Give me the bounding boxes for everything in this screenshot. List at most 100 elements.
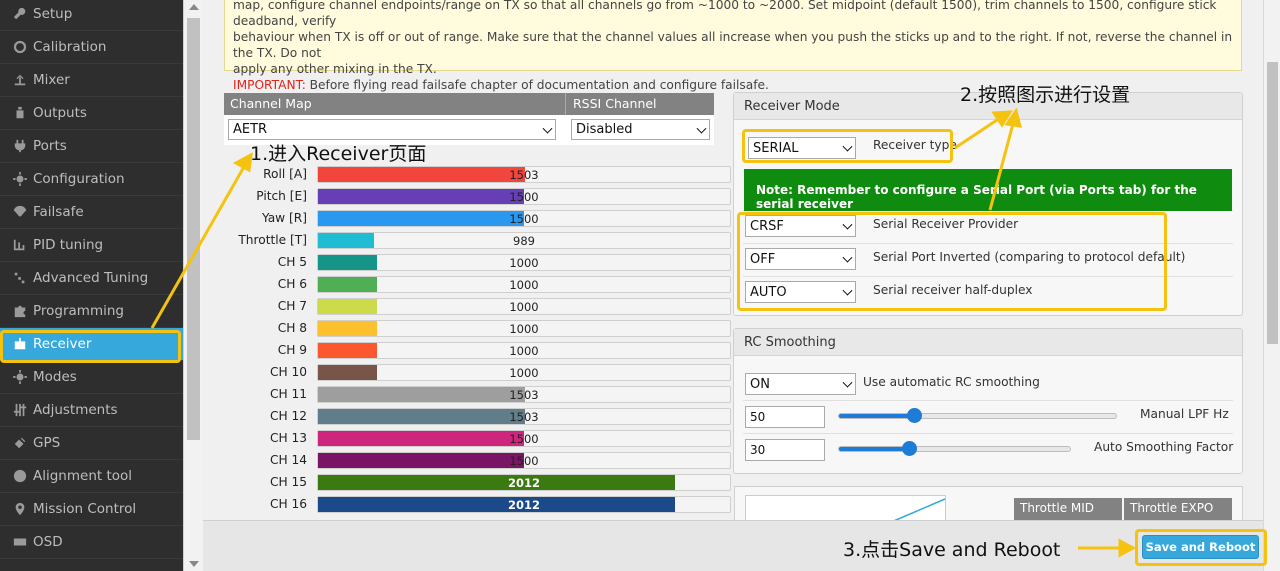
sidebar-item-label: GPS bbox=[33, 435, 61, 451]
sidebar-item-programming[interactable]: Programming bbox=[0, 295, 183, 328]
channel-map-heading: Channel Map bbox=[230, 96, 312, 111]
channel-value: 1000 bbox=[509, 278, 539, 292]
channel-label: CH 8 bbox=[277, 321, 307, 335]
highlight-receiver-menu bbox=[0, 330, 181, 363]
scroll-up-arrow-icon[interactable] bbox=[189, 4, 199, 10]
sidebar-item-advanced-tuning[interactable]: Advanced Tuning bbox=[0, 262, 183, 295]
auto-smoothing-value: ON bbox=[750, 376, 770, 392]
important-text: Before flying read failsafe chapter of d… bbox=[305, 78, 769, 92]
sliders-icon bbox=[12, 402, 28, 418]
channel-value: 2012 bbox=[507, 476, 540, 490]
annotation-step-1: 1.进入Receiver页面 bbox=[250, 143, 427, 165]
channel-value: 1503 bbox=[509, 168, 539, 182]
sidebar-item-setup[interactable]: Setup bbox=[0, 0, 183, 31]
sidebar-item-failsafe[interactable]: Failsafe bbox=[0, 196, 183, 229]
smoothing-factor-slider-knob[interactable] bbox=[902, 441, 917, 456]
sidebar-item-mission-control[interactable]: Mission Control bbox=[0, 493, 183, 526]
sidebar-item-label: Advanced Tuning bbox=[33, 270, 149, 286]
channel-row: Pitch [E] 1500 bbox=[224, 188, 734, 206]
channel-row: CH 12 1503 bbox=[224, 408, 734, 426]
channel-bar-track: 1500 bbox=[317, 188, 731, 205]
channel-label: CH 7 bbox=[277, 299, 307, 313]
channel-value: 1000 bbox=[509, 300, 539, 314]
sidebar-item-gps[interactable]: GPS bbox=[0, 427, 183, 460]
scroll-down-arrow-icon[interactable] bbox=[189, 561, 199, 567]
sidebar-item-adjustments[interactable]: Adjustments bbox=[0, 394, 183, 427]
plug-icon bbox=[12, 138, 28, 154]
channel-value: 1000 bbox=[509, 322, 539, 336]
bottom-toolbar bbox=[203, 520, 1263, 571]
smoothing-factor-slider[interactable] bbox=[838, 441, 1071, 456]
sidebar-item-label: Configuration bbox=[33, 171, 125, 187]
channel-label: CH 5 bbox=[277, 255, 307, 269]
sidebar-item-mixer[interactable]: Mixer bbox=[0, 64, 183, 97]
manual-lpf-slider-knob[interactable] bbox=[907, 408, 922, 423]
rc-smoothing-title: RC Smoothing bbox=[734, 329, 1242, 356]
sidebar-item-label: Setup bbox=[33, 6, 73, 22]
manual-lpf-slider[interactable] bbox=[838, 408, 1117, 423]
map-pin-icon bbox=[12, 501, 28, 517]
channel-row: CH 9 1000 bbox=[224, 342, 734, 360]
channel-map-select[interactable]: AETR bbox=[228, 119, 556, 140]
channel-row: Throttle [T] 989 bbox=[224, 232, 734, 250]
sidebar-scroll-thumb[interactable] bbox=[187, 18, 200, 440]
channel-label: Throttle [T] bbox=[238, 233, 307, 247]
sidebar-item-label: PID tuning bbox=[33, 237, 104, 253]
auto-smoothing-select[interactable]: ON bbox=[745, 373, 856, 395]
sidebar-item-calibration[interactable]: Calibration bbox=[0, 31, 183, 64]
channel-bar-track: 1000 bbox=[317, 320, 731, 337]
rssi-channel-select[interactable]: Disabled bbox=[571, 119, 710, 140]
smoothing-factor-input[interactable]: 30 bbox=[745, 439, 825, 461]
channel-label: CH 9 bbox=[277, 343, 307, 357]
channel-bar-track: 1000 bbox=[317, 254, 731, 271]
puzzle-icon bbox=[12, 303, 28, 319]
page-scrollbar[interactable] bbox=[1263, 0, 1280, 571]
sidebar-item-alignment-tool[interactable]: Alignment tool bbox=[0, 460, 183, 493]
highlight-save-button bbox=[1135, 529, 1267, 566]
auto-smoothing-label: Use automatic RC smoothing bbox=[863, 375, 1040, 389]
sidebar-item-label: Modes bbox=[33, 369, 77, 385]
alignment-icon bbox=[12, 468, 28, 484]
channel-value: 1503 bbox=[509, 388, 539, 402]
parachute-icon bbox=[12, 204, 28, 220]
pid-icon bbox=[12, 237, 28, 253]
channel-label: CH 12 bbox=[269, 409, 307, 423]
manual-lpf-input[interactable]: 50 bbox=[745, 406, 825, 428]
sidebar-item-label: Mixer bbox=[33, 72, 70, 88]
sidebar-item-pid-tuning[interactable]: PID tuning bbox=[0, 229, 183, 262]
header-divider bbox=[565, 93, 566, 115]
annotation-step-2: 2.按照图示进行设置 bbox=[960, 84, 1131, 106]
channel-map-header: Channel Map RSSI Channel bbox=[224, 93, 714, 115]
sidebar-item-outputs[interactable]: Outputs bbox=[0, 97, 183, 130]
channel-label: Roll [A] bbox=[263, 167, 307, 181]
channel-label: CH 10 bbox=[269, 365, 307, 379]
sidebar-item-label: Outputs bbox=[33, 105, 87, 121]
channel-row: CH 11 1503 bbox=[224, 386, 734, 404]
channel-label: Yaw [R] bbox=[261, 211, 307, 225]
channel-bar-track: 2012 bbox=[317, 496, 731, 513]
channel-row: CH 5 1000 bbox=[224, 254, 734, 272]
sidebar-item-configuration[interactable]: Configuration bbox=[0, 163, 183, 196]
chevron-down-icon bbox=[842, 377, 853, 388]
wrench-icon bbox=[12, 6, 28, 22]
page-scroll-thumb[interactable] bbox=[1267, 62, 1278, 344]
channel-row: Roll [A] 1503 bbox=[224, 166, 734, 184]
channel-bar-track: 1500 bbox=[317, 210, 731, 227]
channel-label: CH 15 bbox=[269, 475, 307, 489]
notice-line-2: behaviour when TX is off or out of range… bbox=[233, 30, 1233, 60]
channel-bar-track: 1503 bbox=[317, 408, 731, 425]
highlight-receiver-type bbox=[742, 129, 953, 163]
channel-bar-track: 1503 bbox=[317, 166, 731, 183]
sidebar-item-label: Calibration bbox=[33, 39, 107, 55]
sidebar-item-ports[interactable]: Ports bbox=[0, 130, 183, 163]
notice-line-1: map, configure channel endpoints/range o… bbox=[233, 0, 1217, 28]
sidebar-item-osd[interactable]: OSD bbox=[0, 526, 183, 559]
gear-icon bbox=[12, 171, 28, 187]
channel-label: CH 6 bbox=[277, 277, 307, 291]
channel-value: 1500 bbox=[509, 454, 539, 468]
channel-row: Yaw [R] 1500 bbox=[224, 210, 734, 228]
sidebar-item-modes[interactable]: Modes bbox=[0, 361, 183, 394]
sidebar-scrollbar[interactable] bbox=[183, 0, 203, 571]
channel-row: CH 6 1000 bbox=[224, 276, 734, 294]
chevron-down-icon bbox=[542, 123, 553, 134]
